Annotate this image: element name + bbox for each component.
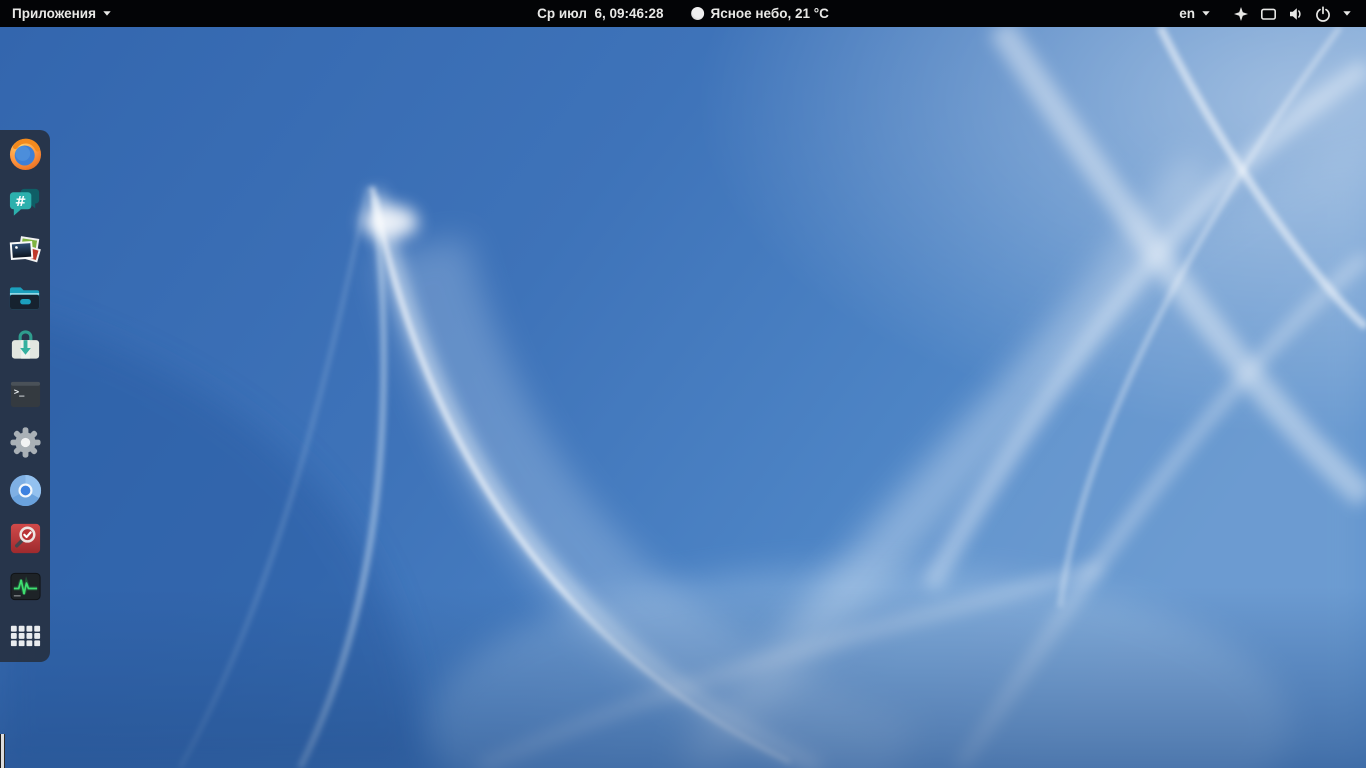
window-edge-sliver	[0, 734, 5, 768]
dock-item-files[interactable]	[0, 274, 50, 322]
chromium-icon	[9, 474, 41, 506]
power-icon	[1316, 5, 1330, 22]
dock-item-settings[interactable]	[0, 418, 50, 466]
dock-item-firefox[interactable]	[0, 130, 50, 178]
display-icon	[1260, 8, 1276, 20]
system-monitor-icon	[9, 572, 41, 600]
wallpaper	[0, 27, 1366, 768]
dock-item-software[interactable]	[0, 322, 50, 370]
dock-item-polari[interactable]: #	[0, 178, 50, 226]
svg-text:#: #	[14, 193, 25, 209]
applications-menu-button[interactable]: Приложения	[0, 0, 124, 27]
system-menu-button[interactable]	[1219, 0, 1360, 27]
weather-button[interactable]: Ясное небо, 21 °C	[680, 0, 841, 27]
clear-sky-icon	[691, 7, 705, 20]
terminal-icon: >_	[10, 381, 40, 407]
chevron-down-icon	[103, 11, 111, 16]
firefox-icon	[9, 138, 41, 170]
dock-item-show-applications[interactable]	[0, 610, 50, 658]
dock: # >_	[0, 130, 50, 662]
location-icon	[1234, 6, 1248, 21]
dock-item-photos[interactable]	[0, 226, 50, 274]
photos-stack-icon	[9, 235, 41, 262]
keyboard-layout-label: en	[1179, 6, 1195, 21]
clock-button[interactable]: Ср июл 6, 09:46:28	[525, 0, 675, 27]
files-folder-icon	[9, 286, 39, 309]
clock-weather-group: Ср июл 6, 09:46:28 Ясное небо, 21 °C	[525, 0, 841, 27]
settings-gear-icon	[9, 426, 41, 458]
weather-label: Ясное небо, 21 °C	[710, 6, 829, 21]
applications-menu-label: Приложения	[12, 6, 96, 21]
svg-text:>_: >_	[13, 387, 24, 397]
software-bag-icon	[11, 329, 39, 359]
dock-item-terminal[interactable]: >_	[0, 370, 50, 418]
polari-chat-icon: #	[9, 188, 39, 216]
clock-label: Ср июл 6, 09:46:28	[537, 6, 664, 21]
volume-icon	[1290, 7, 1301, 20]
chevron-down-icon	[1202, 11, 1210, 16]
dock-item-system-monitor[interactable]	[0, 562, 50, 610]
keyboard-layout-button[interactable]: en	[1171, 0, 1219, 27]
dock-item-chromium[interactable]	[0, 466, 50, 514]
chevron-down-icon	[1343, 11, 1351, 16]
dock-item-selinux-alert[interactable]	[0, 514, 50, 562]
show-applications-grid-icon	[10, 625, 40, 646]
topbar-right-group: en	[1171, 0, 1366, 27]
top-bar: Приложения Ср июл 6, 09:46:28 Ясное небо…	[0, 0, 1366, 27]
selinux-alert-icon	[10, 523, 40, 553]
